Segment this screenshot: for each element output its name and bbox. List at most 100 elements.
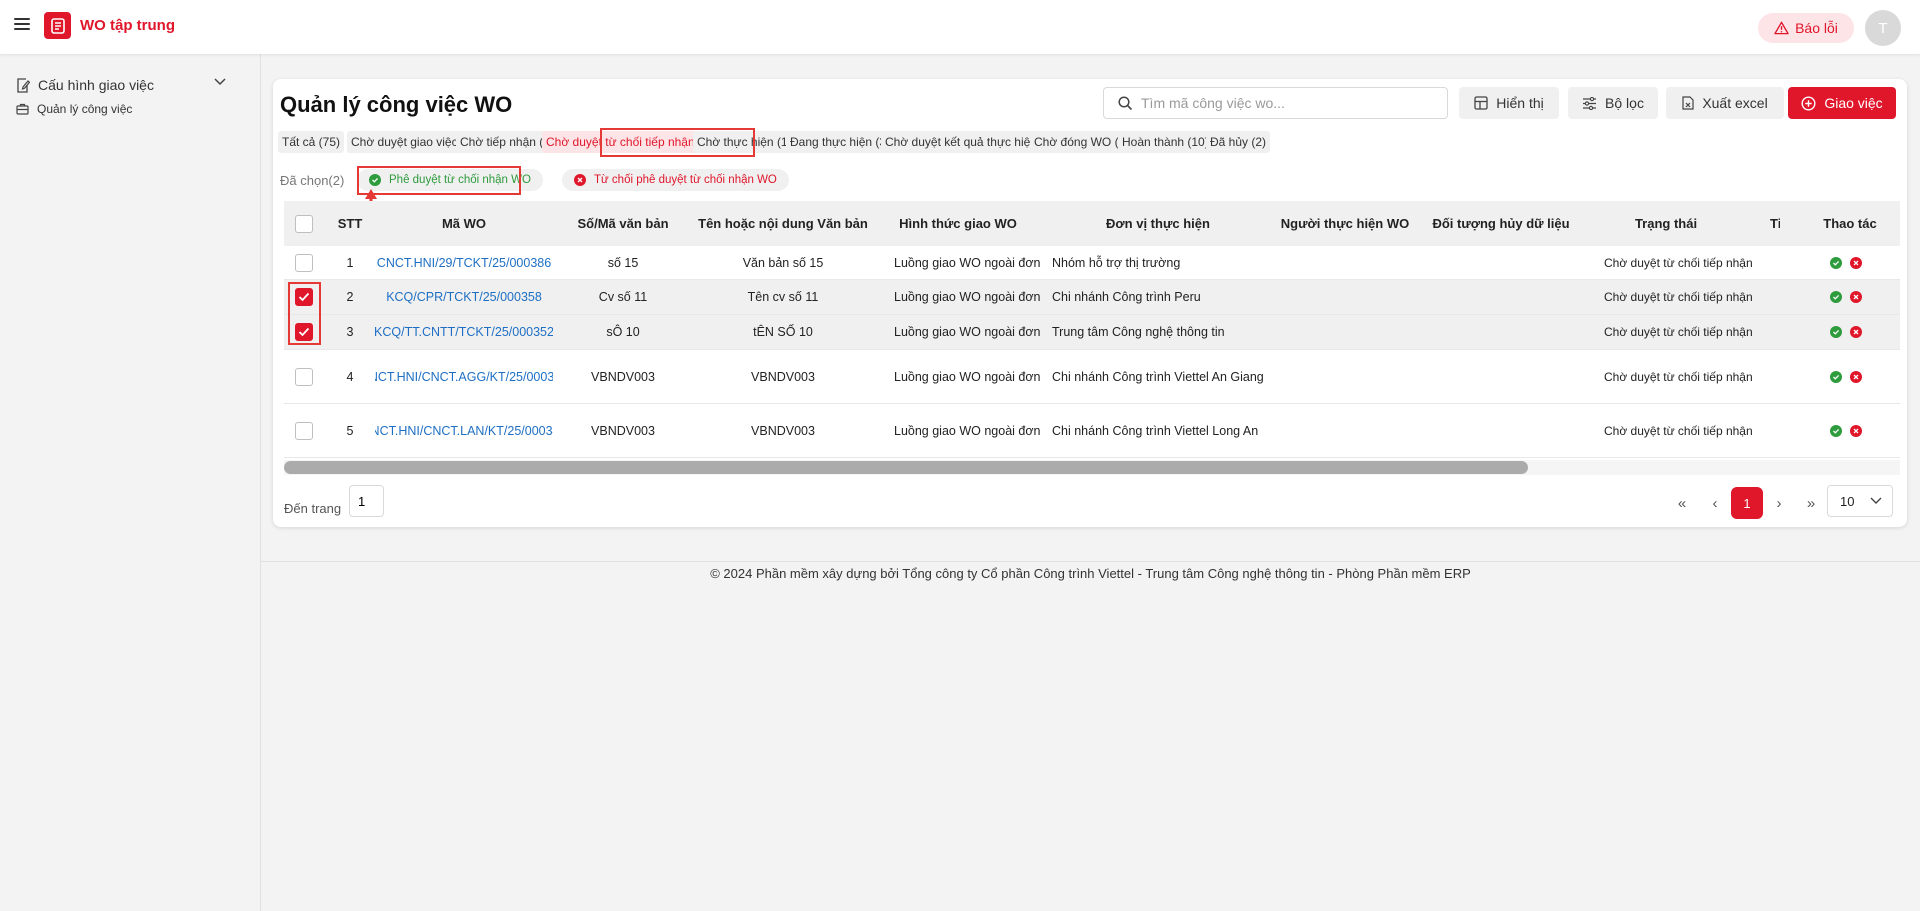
page-size-select[interactable]: 10 <box>1827 485 1893 517</box>
cell-unit: Chi nhánh Công trình Viettel An Giang <box>1052 369 1264 384</box>
col-code: Mã WO <box>441 216 487 231</box>
table-row: 2 KCQ/CPR/TCKT/25/000358 Cv số 11 Tên cv… <box>284 280 1900 315</box>
top-bar: WO tập trung Báo lỗi T <box>0 0 1920 54</box>
export-excel-button[interactable]: Xuất excel <box>1666 87 1784 119</box>
row-select-cell <box>291 350 317 403</box>
report-bug-button[interactable]: Báo lỗi <box>1758 13 1854 43</box>
cell-actions <box>1830 350 1880 403</box>
cell-status: Chờ duyệt từ chối tiếp nhận <box>1604 369 1753 384</box>
table-icon <box>1474 96 1488 110</box>
col-form: Hình thức giao WO <box>899 216 1017 231</box>
cell-stt: 2 <box>346 290 354 304</box>
cell-doc-number: số 15 <box>607 255 639 270</box>
tab-pending-reject-approval[interactable]: Chờ duyệt từ chối tiếp nhận (5) <box>542 131 717 153</box>
approve-icon[interactable] <box>1830 370 1842 383</box>
approve-reject-button[interactable]: Phê duyệt từ chối nhận WO <box>357 169 543 191</box>
select-all-cell <box>291 201 317 246</box>
cell-doc-name: tÊN SỐ 10 <box>753 325 813 339</box>
cell-doc-number: Cv số 11 <box>598 290 648 304</box>
approve-icon[interactable] <box>1830 291 1842 303</box>
goto-page-label: Đến trang <box>284 501 342 516</box>
first-page-button[interactable]: « <box>1666 487 1698 519</box>
cell-actions <box>1830 315 1880 349</box>
row-checkbox[interactable] <box>295 367 313 386</box>
next-page-button[interactable]: › <box>1763 487 1795 519</box>
cell-form: Luồng giao WO ngoài đơn vị <box>894 255 1042 270</box>
tab-completed[interactable]: Hoàn thành (10) <box>1118 131 1213 153</box>
row-select-cell <box>291 404 317 457</box>
prev-page-button[interactable]: ‹ <box>1699 487 1731 519</box>
viettel-logo-icon <box>44 12 71 39</box>
sidebar-group-task-config[interactable]: Cấu hình giao việc <box>16 72 226 98</box>
cell-doc-name: Tên cv số 11 <box>747 290 819 304</box>
page-1-button[interactable]: 1 <box>1731 487 1763 519</box>
cell-status: Chờ duyệt từ chối tiếp nhận <box>1604 325 1753 339</box>
row-checkbox[interactable] <box>295 288 313 306</box>
cell-code-link[interactable]: CNCT.HNI/CNCT.LAN/KT/25/000349 <box>375 404 553 457</box>
cell-stt: 1 <box>346 255 354 270</box>
goto-page-input[interactable] <box>349 485 384 517</box>
reject-icon[interactable] <box>1850 256 1862 269</box>
scrollbar-thumb[interactable] <box>284 461 1528 474</box>
reject-icon[interactable] <box>1850 291 1862 303</box>
deny-reject-button[interactable]: Từ chối phê duyệt từ chối nhận WO <box>562 169 789 191</box>
row-select-cell <box>291 280 317 314</box>
cell-status: Chờ duyệt từ chối tiếp nhận <box>1604 290 1753 304</box>
filter-button[interactable]: Bộ lọc <box>1568 87 1658 119</box>
tab-in-progress[interactable]: Đang thực hiện (3) <box>786 131 895 153</box>
edit-document-icon <box>17 77 30 93</box>
reject-icon[interactable] <box>1850 424 1862 437</box>
reject-icon[interactable] <box>1850 370 1862 383</box>
last-page-button[interactable]: » <box>1795 487 1827 519</box>
col-cancel-target: Đối tượng hủy dữ liệu <box>1432 216 1570 231</box>
page-size-value: 10 <box>1840 493 1855 509</box>
select-all-checkbox[interactable] <box>295 214 313 233</box>
reject-icon[interactable] <box>1850 326 1862 338</box>
tab-cancelled[interactable]: Đã hủy (2) <box>1206 131 1271 153</box>
assign-label: Giao việc <box>1824 95 1883 111</box>
cell-doc-number: VBNDV003 <box>591 369 655 384</box>
tab-all[interactable]: Tất cả (75) <box>278 131 345 153</box>
avatar[interactable]: T <box>1865 10 1901 46</box>
row-select-cell <box>291 246 317 279</box>
cell-unit: Chi nhánh Công trình Viettel Long An <box>1052 423 1259 438</box>
display-label: Hiển thị <box>1496 95 1544 111</box>
app-title[interactable]: WO tập trung <box>80 17 175 34</box>
chevron-down-icon <box>214 78 226 86</box>
display-button[interactable]: Hiển thị <box>1459 87 1559 119</box>
cell-form: Luồng giao WO ngoài đơn vị <box>894 369 1042 384</box>
horizontal-scrollbar[interactable] <box>284 460 1900 475</box>
row-checkbox[interactable] <box>295 323 313 341</box>
approve-icon[interactable] <box>1830 326 1842 338</box>
menu-icon[interactable] <box>14 18 30 32</box>
search-box <box>1103 87 1448 119</box>
approve-icon[interactable] <box>1830 424 1842 437</box>
search-input[interactable] <box>1141 95 1431 111</box>
cell-code-link[interactable]: KCQ/CPR/TCKT/25/000358 <box>375 280 553 314</box>
footer-text: © 2024 Phần mềm xây dựng bởi Tổng công t… <box>710 566 1471 581</box>
approve-icon[interactable] <box>1830 256 1842 269</box>
row-checkbox[interactable] <box>295 421 313 440</box>
main-card: Quản lý công việc WO Hiển thị Bộ lọc Xuấ… <box>273 79 1907 527</box>
cell-code-link[interactable]: CNCT.HNI/29/TCKT/25/000386 <box>375 246 553 279</box>
cell-actions <box>1830 280 1880 314</box>
sidebar: Cấu hình giao việc Quản lý công việc <box>0 54 261 911</box>
cell-code-link[interactable]: KCQ/TT.CNTT/TCKT/25/000352 <box>375 315 553 349</box>
cell-code-link[interactable]: CNCT.HNI/CNCT.AGG/KT/25/000347 <box>375 350 553 403</box>
row-checkbox[interactable] <box>295 253 313 272</box>
cell-doc-number: sÔ 10 <box>606 325 640 339</box>
sliders-icon <box>1583 96 1597 110</box>
sidebar-group-label: Cấu hình giao việc <box>38 77 154 93</box>
col-doc-number: Số/Mã văn bản <box>577 216 669 231</box>
sidebar-item-task-management[interactable]: Quản lý công việc <box>16 102 132 116</box>
table-row: 3 KCQ/TT.CNTT/TCKT/25/000352 sÔ 10 tÊN S… <box>284 315 1900 350</box>
cell-stt: 3 <box>346 325 354 339</box>
excel-file-icon <box>1682 96 1694 110</box>
cell-doc-name: VBNDV003 <box>751 369 815 384</box>
cell-unit: Chi nhánh Công trình Peru <box>1052 290 1201 304</box>
assign-task-button[interactable]: Giao việc <box>1788 87 1896 119</box>
col-performer: Người thực hiện WO <box>1280 216 1410 231</box>
table-row: 1 CNCT.HNI/29/TCKT/25/000386 số 15 Văn b… <box>284 246 1900 280</box>
sidebar-item-label: Quản lý công việc <box>37 102 133 116</box>
page-title: Quản lý công việc WO <box>280 92 513 117</box>
